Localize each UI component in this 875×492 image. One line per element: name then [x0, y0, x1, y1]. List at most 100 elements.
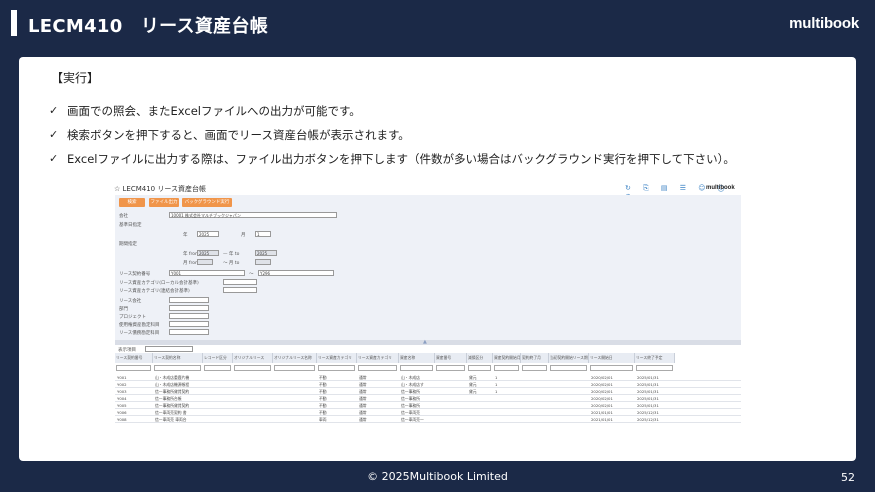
table-row[interactable]: Y008 信一車両売 車両台 車両 通常 信一車両売一 2021/01/01 2025/12… [115, 416, 741, 423]
column-header[interactable]: 当初契約開始リース期 [549, 353, 589, 363]
column-filter-input[interactable] [274, 365, 315, 371]
column-header[interactable]: リース開始日 [589, 353, 635, 363]
year-input[interactable]: 2025 [197, 231, 219, 237]
table-cell: 信一車両売一 [401, 417, 424, 422]
dept-label: 部門 [119, 307, 128, 312]
column-header[interactable]: 資産名称 [399, 353, 435, 363]
column-header[interactable]: リース契約番号 [115, 353, 153, 363]
column-filter-input[interactable] [234, 365, 271, 371]
brand-logo: multibook [789, 15, 859, 32]
company-select[interactable]: 10001 株式会社マルチブックジャパン [169, 212, 337, 218]
bullet-list: ✓ 画面での照会、またExcelファイルへの出力が可能です。 ✓ 検索ボタンを押下す… [49, 99, 735, 171]
bullet-item: ✓ 検索ボタンを押下すると、画面でリース資産台帳が表示されます。 [49, 123, 735, 147]
lessor-input[interactable] [169, 297, 209, 303]
bullet-item: ✓ 画面での照会、またExcelファイルへの出力が可能です。 [49, 99, 735, 123]
column-filter-input[interactable] [204, 365, 231, 371]
table-cell: Y008 [117, 417, 127, 422]
range-radio[interactable]: 期間指定 [119, 241, 137, 247]
table-row[interactable]: Y004 信一事務所台帳 不動 通常 信一事務所 2020/02/01 2025/01/31 [115, 395, 741, 402]
table-cell: Y002 [117, 382, 127, 387]
column-header[interactable]: リース契約名称 [153, 353, 203, 363]
column-filter-input[interactable] [436, 365, 465, 371]
column-filter-input[interactable] [358, 365, 397, 371]
table-cell: 2025/12/31 [637, 410, 659, 415]
table-cell: Y004 [117, 396, 127, 401]
column-header[interactable]: 資産番号 [435, 353, 467, 363]
table-cell: 1 [495, 389, 498, 394]
project-input[interactable] [169, 313, 209, 319]
rou-account-label: 使用権資産勘定科目 [119, 323, 160, 328]
table-cell: 2021/01/01 [591, 417, 613, 422]
background-run-button[interactable]: バックグラウンド実行 [182, 198, 232, 207]
lease-liability-input[interactable] [169, 329, 209, 335]
screen-header: ☆ LECM410 リース資産台帳 ↻ ⎘ ▤ ☰ ☺ ⓘ ⚙ multiboo… [110, 182, 746, 201]
company-label: 会社 [119, 214, 128, 219]
display-items-select[interactable] [145, 346, 193, 352]
column-header[interactable]: オリジナルリース名称 [273, 353, 317, 363]
screen-title: ☆ LECM410 リース資産台帳 [114, 185, 206, 193]
column-filter-input[interactable] [468, 365, 491, 371]
collapse-handle[interactable]: ▲ [115, 339, 741, 345]
table-cell: 2025/01/31 [637, 382, 659, 387]
table-cell: Y006 [117, 410, 127, 415]
table-cell: 2021/01/01 [591, 410, 613, 415]
column-filter-input[interactable] [636, 365, 673, 371]
column-header[interactable]: レコード区分 [203, 353, 233, 363]
table-cell: 2020/02/01 [591, 396, 613, 401]
column-header[interactable]: 資産契約開始月 [493, 353, 521, 363]
check-icon: ✓ [49, 128, 59, 141]
table-row[interactable]: Y006 信一車両売契約 書不動 通常 信一車両売 2021/01/01 2025/12/… [115, 409, 741, 416]
column-filter-input[interactable] [494, 365, 519, 371]
category-consol-select[interactable] [223, 287, 257, 293]
table-cell: 車両 [319, 417, 327, 422]
rou-account-input[interactable] [169, 321, 209, 327]
file-output-button[interactable]: ファイル出力 [149, 198, 179, 207]
column-filter-input[interactable] [590, 365, 633, 371]
column-header[interactable]: オリジナルリース [233, 353, 273, 363]
contract-from-input[interactable]: Y001 [169, 270, 245, 276]
chevron-up-icon: ▲ [423, 339, 427, 345]
search-button[interactable]: 検索 [119, 198, 145, 207]
column-filter-input[interactable] [550, 365, 587, 371]
column-filter-input[interactable] [116, 365, 151, 371]
target-date-radio[interactable]: 基準日指定 [119, 222, 142, 228]
column-header[interactable]: リース終了予定 [635, 353, 675, 363]
bullet-item: ✓ Excelファイルに出力する際は、ファイル出力ボタンを押下します（件数が多い場… [49, 147, 735, 171]
column-header[interactable]: リース資産カテゴリ [317, 353, 357, 363]
dept-input[interactable] [169, 305, 209, 311]
table-row[interactable]: Y001 山・木成店重鹿片機 不動 通常 山・木成店 貸元 1 2020/02/01 2025/… [115, 374, 741, 381]
table-cell: 2025/01/31 [637, 396, 659, 401]
column-header[interactable]: 契約終了月 [521, 353, 549, 363]
column-filter-input[interactable] [318, 365, 355, 371]
from-year-input[interactable]: 2025 [197, 250, 219, 256]
check-icon: ✓ [49, 104, 59, 117]
table-cell: Y003 [117, 389, 127, 394]
lessor-label: リース会社 [119, 299, 142, 304]
to-year-input[interactable]: 2025 [255, 250, 277, 256]
category-consol-label: リース資産カテゴリ(連結会計基準) [119, 289, 190, 294]
table-cell: 通常 [359, 417, 367, 422]
table-row[interactable]: Y005 信一事務所貸賃契約 不動 通常 信一事務所 2020/02/01 2025/01/… [115, 402, 741, 409]
slide-title: LECM410 リース資産台帳 [28, 16, 269, 37]
section-heading: 【実行】 [51, 71, 100, 85]
copyright: © 2025Multibook Limited [367, 470, 508, 483]
contract-to-input[interactable]: Y296 [258, 270, 334, 276]
table-cell: 2020/02/01 [591, 389, 613, 394]
from-month-select[interactable] [197, 259, 213, 265]
table-row[interactable]: Y003 信一事務所貸賃契約 不動 通常 信一事務所 貸元 1 2020/02/01 2025/… [115, 388, 741, 395]
column-filter-input[interactable] [154, 365, 201, 371]
category-local-label: リース資産カテゴリ(ローカル会計基準) [119, 281, 199, 286]
year-label: 年 [183, 233, 188, 238]
category-local-select[interactable] [223, 279, 257, 285]
column-header[interactable]: 減損区分 [467, 353, 493, 363]
column-filter-input[interactable] [522, 365, 547, 371]
search-form: 検索 ファイル出力 バックグラウンド実行 会社 10001 株式会社マルチブック… [115, 195, 741, 345]
column-filter-input[interactable] [400, 365, 433, 371]
to-month-label: 〜 月 to [223, 261, 240, 266]
column-header[interactable]: リース資産カテゴリ [357, 353, 399, 363]
month-select[interactable]: 1 [255, 231, 271, 237]
table-row[interactable]: Y002 山・木成店機源帳程 不動 通常 山・木成店す 貸元 1 2020/02/01 2025… [115, 381, 741, 388]
contract-number-label: リース契約番号 [119, 272, 151, 277]
table-cell: 2020/02/01 [591, 375, 613, 380]
to-month-select[interactable] [255, 259, 271, 265]
